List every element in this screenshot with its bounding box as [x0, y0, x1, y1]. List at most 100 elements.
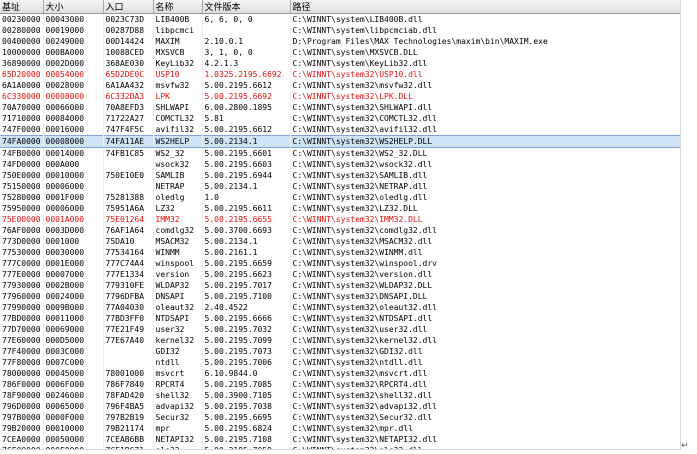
table-row[interactable]: 77F40000 0003C000 GDI32 5.00.2195.7073 C:\WI…	[0, 346, 680, 357]
size-cell: 000F0000	[43, 445, 104, 449]
version-cell: 5.00.2195.6601	[202, 147, 291, 159]
table-row[interactable]: 78000000 00045000 78001000 msvcrt 6.10.9844.…	[0, 368, 680, 379]
base-cell: 796D0000	[0, 401, 44, 412]
table-row[interactable]: 77530000 00030000 77534164 WINMM 5.00.2161.1…	[0, 247, 680, 258]
version-cell: 5.00.2195.6695	[202, 412, 291, 423]
table-row[interactable]: 36890000 0002D000 368AE030 KeyLib32 4.2.1.3 C…	[0, 58, 680, 69]
table-row[interactable]: 777C0000 0001E000 777C74A4 winspool 5.00.219…	[0, 258, 680, 269]
table-row[interactable]: 79B20000 00010000 79B21174 mpr 5.00.2195.682…	[0, 423, 680, 434]
base-cell: 78000000	[0, 368, 44, 379]
base-cell: 77E60000	[0, 335, 44, 346]
column-header-name[interactable]: 名称	[153, 0, 203, 14]
table-row[interactable]: 7CEA0000 00050000 7CEAB6BB NETAPI32 5.00.219…	[0, 434, 680, 445]
base-cell: 70A70000	[0, 102, 44, 113]
name-cell: MSACM32	[153, 236, 203, 247]
column-header-entry[interactable]: 入口	[103, 0, 154, 14]
table-row[interactable]: 75950000 00006000 75951A6A LZ32 5.00.2195.66…	[0, 203, 680, 214]
base-cell: 77D70000	[0, 324, 44, 335]
table-row[interactable]: 00230000 00043000 0023C73D LIB400B 6, 6, 0, …	[0, 13, 680, 25]
name-cell: shell32	[153, 390, 203, 401]
size-cell: 00028000	[43, 80, 104, 91]
path-cell: C:\WINNT\system32\oleaut32.dll	[290, 302, 680, 313]
table-row[interactable]: 77F80000 0007C000 ntdll 5.00.2195.7006 C:\WI…	[0, 357, 680, 368]
entry-cell: 74FB1C85	[103, 147, 154, 159]
table-row[interactable]: 00280000 00019000 00287D88 libpcmci C:\WINNT…	[0, 25, 680, 36]
version-cell: 5.00.3900.7105	[202, 390, 291, 401]
table-row[interactable]: 78F90000 00246000 78FAD420 shell32 5.00.3900…	[0, 390, 680, 401]
entry-cell: 779310FE	[103, 280, 154, 291]
size-cell: 00069000	[43, 324, 104, 335]
path-cell: C:\WINNT\system32\msvcrt.dll	[290, 368, 680, 379]
name-cell: DNSAPI	[153, 291, 203, 302]
table-row[interactable]: 796D0000 00065000 796F4BA5 advapi32 5.00.219…	[0, 401, 680, 412]
table-row[interactable]: 777E0000 00007000 777E1334 version 5.00.2195…	[0, 269, 680, 280]
column-header-file-version[interactable]: 文件版本	[202, 0, 291, 14]
column-header-path[interactable]: 路径	[290, 0, 680, 14]
name-cell: LZ32	[153, 203, 203, 214]
table-row[interactable]: 750E0000 00010000 750E10E0 SAMLIB 5.00.2195.…	[0, 170, 680, 181]
table-row[interactable]: 747F0000 00016000 747F4F5C avifil32 5.00.219…	[0, 124, 680, 136]
table-row[interactable]: 6C330000 00008000 6C332DA3 LPK 5.00.2195.669…	[0, 91, 680, 102]
size-cell: 0001F000	[43, 192, 104, 203]
table-row[interactable]: 71710000 00084000 71722A27 COMCTL32 5.81 C:\W…	[0, 113, 680, 124]
table-row[interactable]: 75E00000 0001A000 75E01264 IMM32 5.00.2195.6…	[0, 214, 680, 225]
table-body: 00230000 00043000 0023C73D LIB400B 6, 6, 0, …	[0, 13, 680, 449]
name-cell: mpr	[153, 423, 203, 434]
entry-cell	[103, 159, 154, 170]
table-row[interactable]: 77930000 0002B000 779310FE WLDAP32 5.00.2195…	[0, 280, 680, 291]
name-cell: KeyLib32	[153, 58, 203, 69]
table-row[interactable]: 74FD0000 000A000 wsock32 5.00.2195.6603 C:\W…	[0, 159, 680, 170]
size-cell: 0001000	[43, 236, 104, 247]
size-cell: 00016000	[43, 124, 104, 136]
table-row[interactable]: 70A70000 00066000 70A8EFD3 SHLWAPI 6.00.2800…	[0, 102, 680, 113]
entry-cell: 71722A27	[103, 113, 154, 124]
table-row[interactable]: 65D20000 00054000 65D2DE0C USP10 1.0325.2195…	[0, 69, 680, 80]
base-cell: 750E0000	[0, 170, 44, 181]
column-header-base[interactable]: 基址	[0, 0, 44, 14]
name-cell: LPK	[153, 91, 203, 102]
table-row[interactable]: 74FB0000 00014000 74FB1C85 WS2_32 5.00.2195.…	[0, 147, 680, 159]
entry-cell: 7796DFBA	[103, 291, 154, 302]
size-cell: 00065000	[43, 401, 104, 412]
table-row[interactable]: 00400000 00249000 00D14424 MAXIM 2.10.0.1 D:\…	[0, 36, 680, 47]
base-cell: 00230000	[0, 13, 44, 25]
base-cell: 71710000	[0, 113, 44, 124]
name-cell: SHLWAPI	[153, 102, 203, 113]
table-row[interactable]: 77990000 0009B000 77A04030 oleaut32 2.40.452…	[0, 302, 680, 313]
table-row[interactable]: 77BD0000 00011000 77BD3FF0 NTDSAPI 5.00.2195…	[0, 313, 680, 324]
name-cell: NETAPI32	[153, 434, 203, 445]
size-cell: 000BA000	[43, 47, 104, 58]
table-row[interactable]: 75150000 00006000 NETRAP 5.00.2134.1 C:\WINN…	[0, 181, 680, 192]
table-row[interactable]: 7CF00000000F00007CF1B671ole325.00.2195.7…	[0, 445, 680, 449]
table-row[interactable]: 773D0000 0001000 75DA10 MSACM32 5.00.2134.1 C…	[0, 236, 680, 247]
path-cell: C:\WINNT\system32\DNSAPI.DLL	[290, 291, 680, 302]
size-cell: 00011000	[43, 313, 104, 324]
table-row[interactable]: 77E60000 000D5000 77E67A40 kernel32 5.00.219…	[0, 335, 680, 346]
size-cell: 0009B000	[43, 302, 104, 313]
table-row[interactable]: 6A1A0000 00028000 6A1AA432 msvfw32 5.00.2195…	[0, 80, 680, 91]
version-cell: 5.00.2195.6612	[202, 80, 291, 91]
version-cell: 5.00.2195.6655	[202, 214, 291, 225]
path-cell: C:\WINNT\system\MXSVCB.DLL	[290, 47, 680, 58]
column-header-size[interactable]: 大小	[43, 0, 104, 14]
table-row[interactable]: 76AF0000 0003D000 76AF1A64 comdlg32 5.00.370…	[0, 225, 680, 236]
entry-cell: 77BD3FF0	[103, 313, 154, 324]
base-cell: 77530000	[0, 247, 44, 258]
table-row[interactable]: 75280000 0001F000 75281388 oledlg 1.0 C:\WINN…	[0, 192, 680, 203]
version-cell: 2.10.0.1	[202, 36, 291, 47]
path-cell: C:\WINNT\system32\NETRAP.dll	[290, 181, 680, 192]
size-cell: 0000F000	[43, 412, 104, 423]
version-cell: 5.00.2134.1	[202, 181, 291, 192]
table-row[interactable]: 77D70000 00069000 77E21F49 user32 5.00.2195.…	[0, 324, 680, 335]
name-cell: comdlg32	[153, 225, 203, 236]
version-cell: 5.00.2195.7006	[202, 357, 291, 368]
table-row[interactable]: 10000000 000BA000 10088CED MXSVCB 3, 1, 0, 0…	[0, 47, 680, 58]
size-cell: 0001E000	[43, 258, 104, 269]
table-row[interactable]: 74FA0000 00008000 74FA11AE WS2HELP 5.00.2134…	[0, 135, 680, 148]
path-cell: C:\WINNT\system32\mpr.dll	[290, 423, 680, 434]
table-row[interactable]: 786F0000 0006F000 786F7840 RPCRT4 5.00.2195.…	[0, 379, 680, 390]
version-cell: 5.00.2195.7038	[202, 401, 291, 412]
entry-cell: 796F4BA5	[103, 401, 154, 412]
table-row[interactable]: 797B0000 0000F000 797B2B19 Secur32 5.00.2195…	[0, 412, 680, 423]
table-row[interactable]: 77960000 00024000 7796DFBA DNSAPI 5.00.2195.…	[0, 291, 680, 302]
